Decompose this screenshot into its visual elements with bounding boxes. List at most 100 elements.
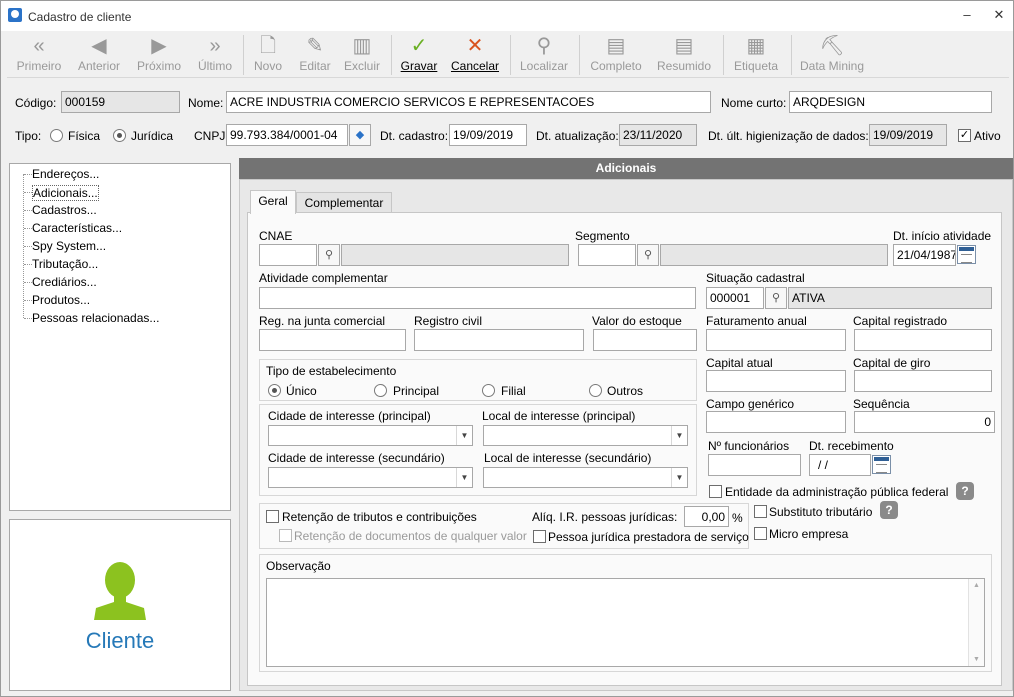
- save-button[interactable]: ✓ Gravar: [397, 32, 441, 78]
- tipo-fisica-radio[interactable]: [50, 129, 63, 142]
- tab-geral[interactable]: Geral: [250, 190, 296, 214]
- dt-recebimento-field[interactable]: / /: [809, 454, 871, 476]
- capital-registrado-label: Capital registrado: [853, 314, 948, 328]
- last-button[interactable]: » Último: [191, 32, 239, 78]
- search-icon[interactable]: ⚲: [318, 244, 340, 266]
- pj-prestadora-checkbox[interactable]: [533, 530, 546, 543]
- next-button[interactable]: ▶ Próximo: [131, 32, 187, 78]
- codigo-field[interactable]: 000159: [61, 91, 180, 113]
- reg-junta-field[interactable]: [259, 329, 406, 351]
- prev-button[interactable]: ◀ Anterior: [71, 32, 127, 78]
- tree-item-enderecos[interactable]: Endereços...: [32, 167, 99, 181]
- toolbar-separator: [579, 35, 580, 75]
- situacao-description-field[interactable]: ATIVA: [788, 287, 992, 309]
- retencao-docs-checkbox[interactable]: [279, 529, 292, 542]
- substituto-label: Substituto tributário: [769, 505, 873, 519]
- estab-unico-radio[interactable]: [268, 384, 281, 397]
- help-icon[interactable]: ?: [956, 482, 974, 500]
- check-icon: ✓: [410, 35, 428, 57]
- summary-report-button[interactable]: ▤ Resumido: [653, 32, 715, 78]
- local-secundario-select[interactable]: ▼: [483, 467, 688, 488]
- tree-item-pessoas-relacionadas[interactable]: Pessoas relacionadas...: [32, 311, 159, 325]
- tree-connector: [24, 246, 32, 247]
- dt-inicio-field[interactable]: 21/04/1987: [893, 244, 956, 266]
- data-mining-button[interactable]: ⛏ Data Mining: [797, 32, 867, 78]
- full-report-button[interactable]: ▤ Completo: [585, 32, 647, 78]
- cnae-description-field[interactable]: [341, 244, 569, 266]
- label-button[interactable]: ▦ Etiqueta: [729, 32, 783, 78]
- search-icon[interactable]: ⚲: [637, 244, 659, 266]
- calendar-icon[interactable]: [872, 455, 891, 474]
- estab-principal-radio[interactable]: [374, 384, 387, 397]
- registro-civil-field[interactable]: [414, 329, 584, 351]
- funcionarios-field[interactable]: [708, 454, 801, 476]
- help-icon[interactable]: ?: [880, 501, 898, 519]
- retencao-checkbox[interactable]: [266, 510, 279, 523]
- capital-giro-field[interactable]: [854, 370, 992, 392]
- micro-empresa-checkbox[interactable]: [754, 527, 767, 540]
- capital-registrado-field[interactable]: [854, 329, 992, 351]
- observacao-label: Observação: [266, 559, 331, 573]
- faturamento-field[interactable]: [706, 329, 846, 351]
- cnpj-lookup-icon[interactable]: ◆: [349, 124, 371, 146]
- entidade-checkbox[interactable]: [709, 485, 722, 498]
- cnpj-field[interactable]: 99.793.384/0001-04: [226, 124, 348, 146]
- section-title: Adicionais: [239, 158, 1013, 179]
- estab-outros-radio[interactable]: [589, 384, 602, 397]
- tipo-juridica-radio[interactable]: [113, 129, 126, 142]
- aliq-unit: %: [732, 511, 743, 525]
- estab-filial-radio[interactable]: [482, 384, 495, 397]
- delete-button[interactable]: ▥ Excluir: [341, 32, 383, 78]
- scroll-up-icon[interactable]: ▲: [973, 582, 980, 589]
- new-button[interactable]: 🗋 Novo: [249, 32, 287, 78]
- tree-item-tributacao[interactable]: Tributação...: [32, 257, 98, 271]
- cidade-principal-select[interactable]: ▼: [268, 425, 473, 446]
- tree-item-crediarios[interactable]: Crediários...: [32, 275, 97, 289]
- cnae-code-field[interactable]: [259, 244, 317, 266]
- situacao-code-field[interactable]: 000001: [706, 287, 764, 309]
- scroll-down-icon[interactable]: ▼: [973, 656, 980, 663]
- tree-item-spy-system[interactable]: Spy System...: [32, 239, 106, 253]
- pj-prestadora-label: Pessoa jurídica prestadora de serviço: [548, 530, 749, 544]
- valor-estoque-field[interactable]: [593, 329, 697, 351]
- segmento-code-field[interactable]: [578, 244, 636, 266]
- campo-generico-field[interactable]: [706, 411, 846, 433]
- nome-curto-label: Nome curto:: [721, 96, 787, 110]
- estab-principal-label: Principal: [393, 384, 440, 398]
- find-button[interactable]: ⚲ Localizar: [515, 32, 573, 78]
- calendar-icon[interactable]: [957, 245, 976, 264]
- dt-higienizacao-label: Dt. últ. higienização de dados:: [708, 129, 869, 143]
- cancel-button[interactable]: ✕ Cancelar: [447, 32, 503, 78]
- first-button[interactable]: «Primeiro: [11, 32, 67, 78]
- minimize-button[interactable]: ‒: [957, 7, 977, 25]
- last-icon: »: [209, 35, 221, 57]
- segmento-description-field[interactable]: [660, 244, 888, 266]
- nome-curto-field[interactable]: ARQDESIGN: [789, 91, 992, 113]
- atividade-field[interactable]: [259, 287, 696, 309]
- tree-item-caracteristicas[interactable]: Características...: [32, 221, 122, 235]
- search-icon[interactable]: ⚲: [765, 287, 787, 309]
- tree-item-adicionais[interactable]: Adicionais...: [32, 185, 99, 201]
- observacao-textarea[interactable]: ▲ ▼: [266, 578, 985, 667]
- close-button[interactable]: ✕: [989, 7, 1009, 25]
- substituto-checkbox[interactable]: [754, 505, 767, 518]
- tree-item-cadastros[interactable]: Cadastros...: [32, 203, 97, 217]
- dt-atualizacao-field[interactable]: 23/11/2020: [619, 124, 697, 146]
- aliq-field[interactable]: 0,00: [684, 506, 729, 527]
- dt-cadastro-field[interactable]: 19/09/2019: [449, 124, 527, 146]
- observacao-scrollbar[interactable]: ▲ ▼: [968, 579, 984, 666]
- local-principal-select[interactable]: ▼: [483, 425, 688, 446]
- capital-atual-field[interactable]: [706, 370, 846, 392]
- tree-item-produtos[interactable]: Produtos...: [32, 293, 90, 307]
- cidade-secundario-select[interactable]: ▼: [268, 467, 473, 488]
- nome-field[interactable]: ACRE INDUSTRIA COMERCIO SERVICOS E REPRE…: [226, 91, 711, 113]
- ativo-checkbox[interactable]: ✓: [958, 129, 971, 142]
- sequencia-field[interactable]: 0: [854, 411, 995, 433]
- local-secundario-label: Local de interesse (secundário): [484, 451, 652, 465]
- edit-button[interactable]: ✎ Editar: [295, 32, 335, 78]
- toolbar-separator: [791, 35, 792, 75]
- tree-connector: [24, 318, 32, 319]
- nome-label: Nome:: [188, 96, 224, 110]
- label-icon: ▦: [746, 35, 766, 57]
- dt-higienizacao-field[interactable]: 19/09/2019: [869, 124, 947, 146]
